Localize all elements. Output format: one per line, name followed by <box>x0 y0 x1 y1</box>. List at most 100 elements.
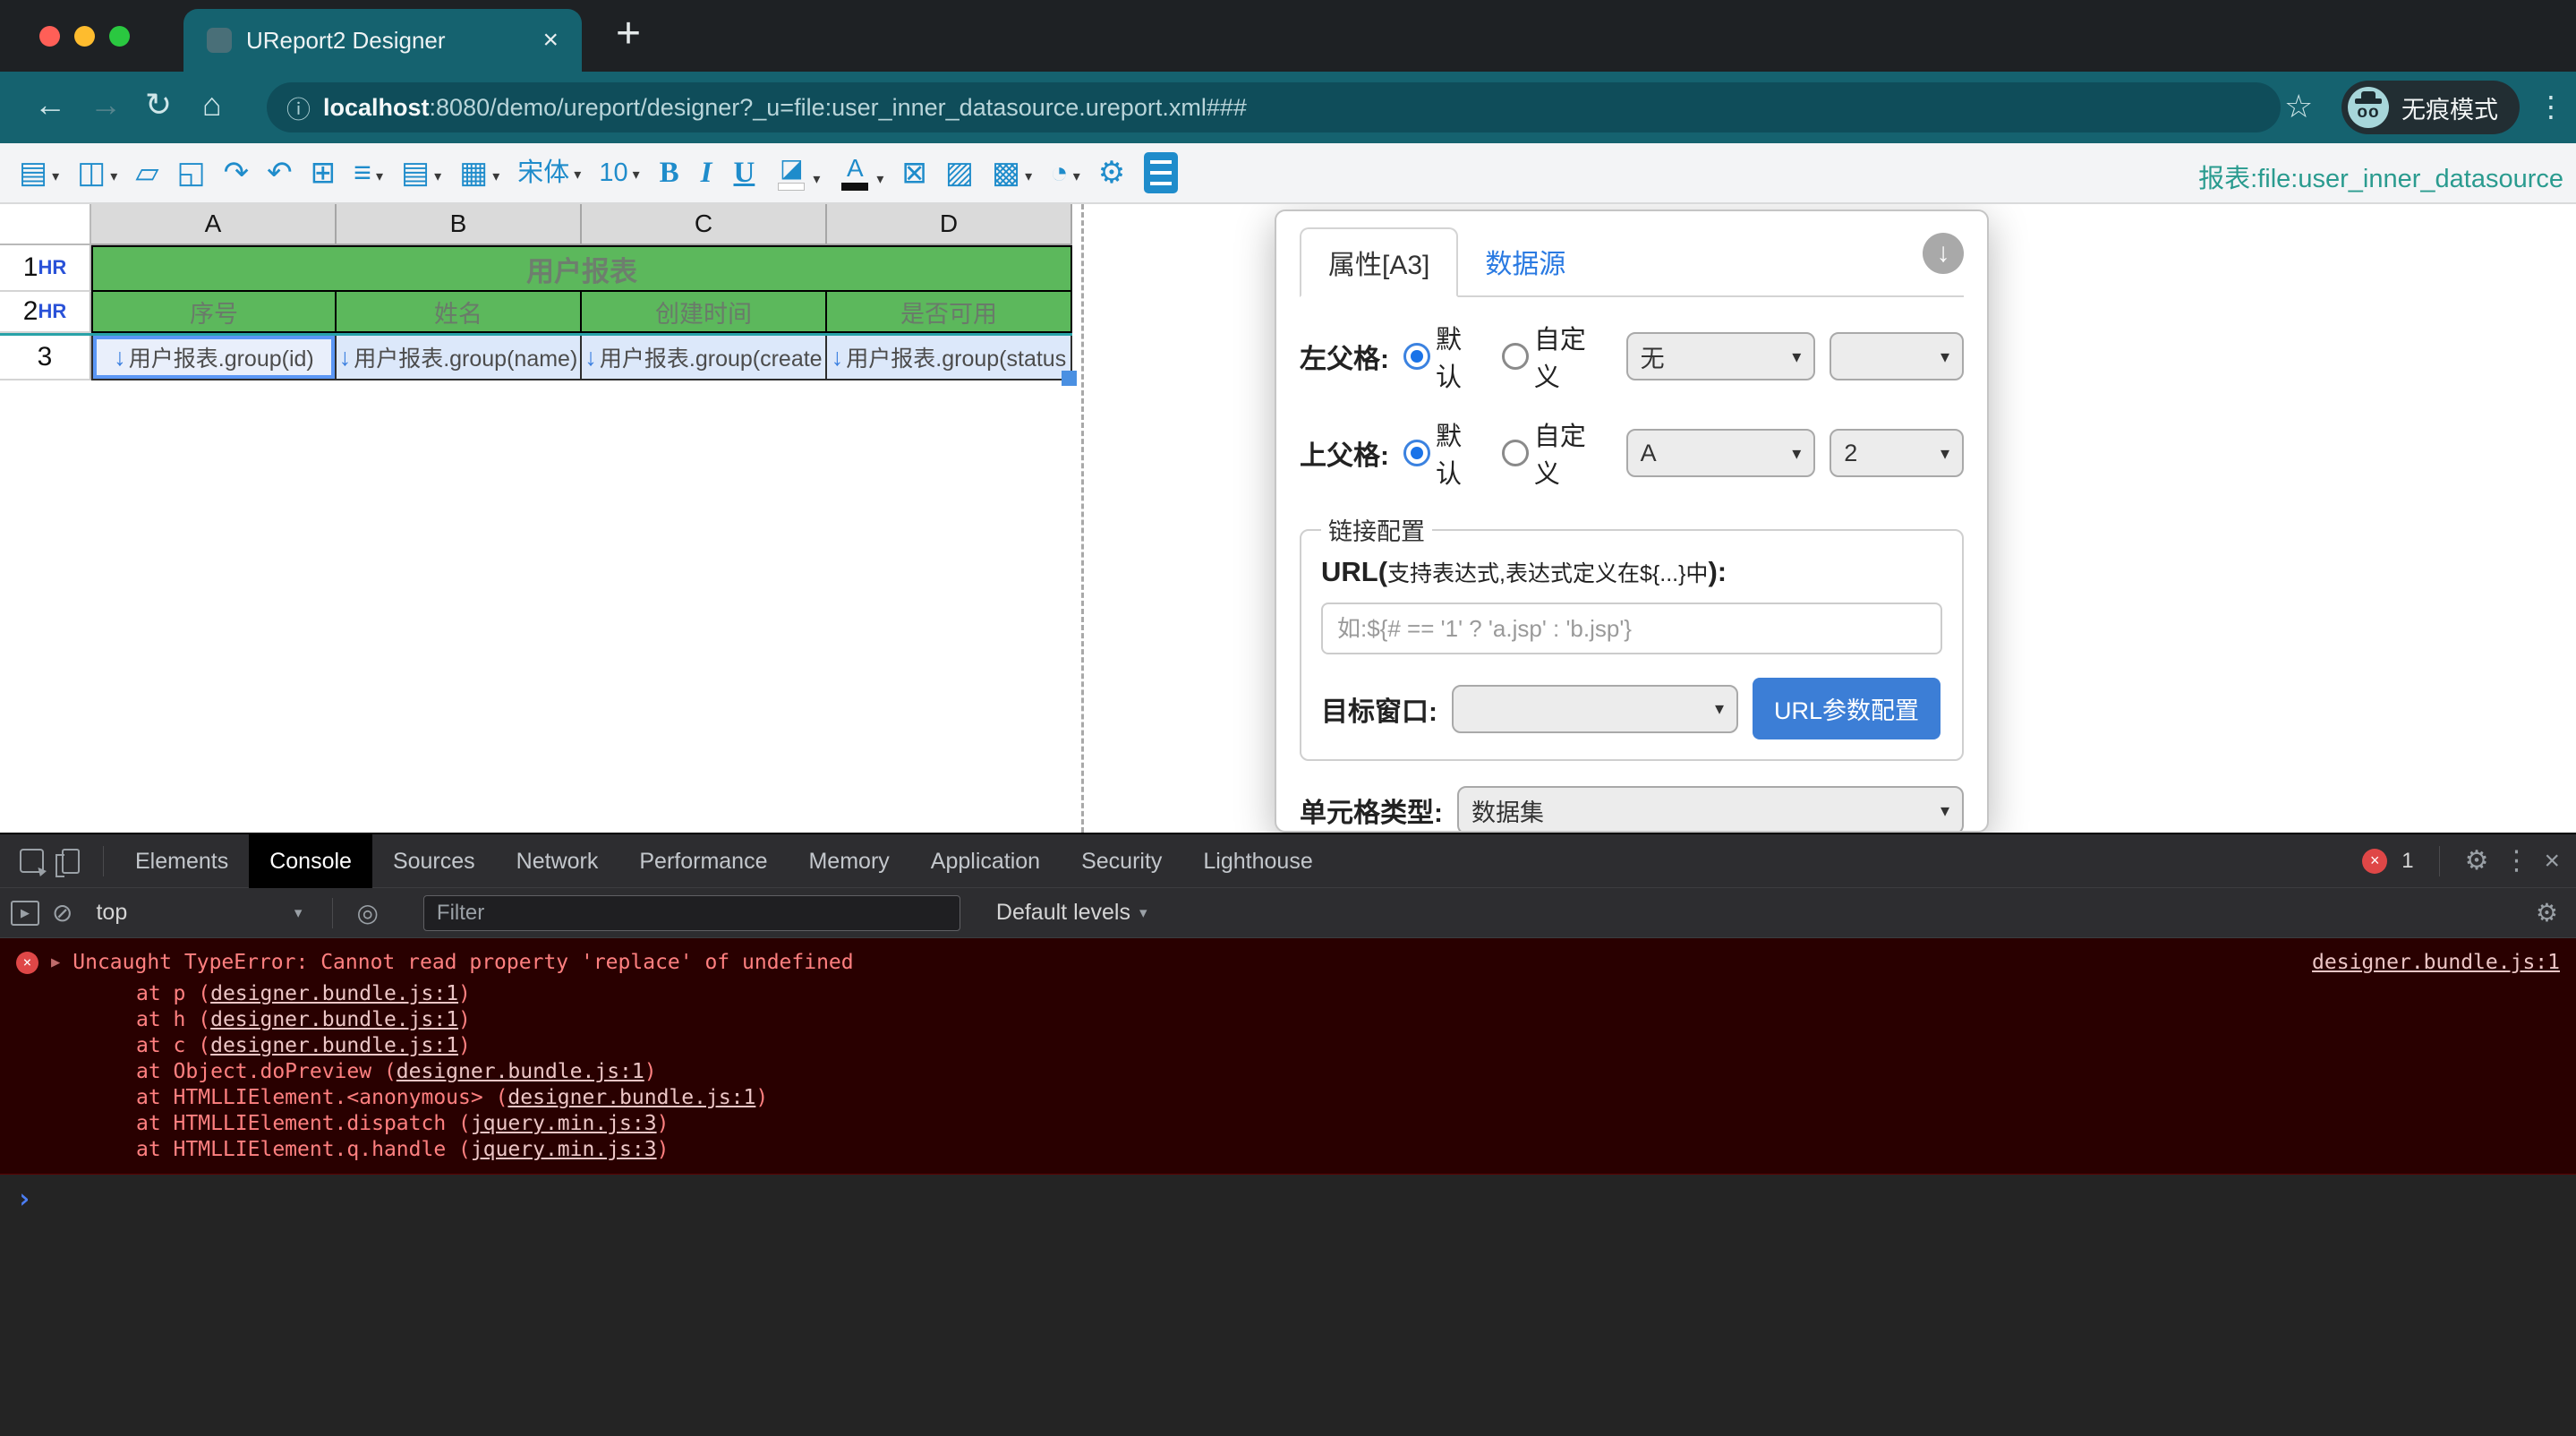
undo-button[interactable]: ↶ <box>260 158 299 188</box>
clear-console-icon[interactable]: ⊘ <box>52 898 73 927</box>
cell-a3[interactable]: ↓ 用户报表.group(id) <box>91 336 337 380</box>
font-family-caret-icon[interactable]: ▾ <box>574 167 581 186</box>
browser-menu-icon[interactable]: ⋮ <box>2537 90 2565 124</box>
left-parent-select[interactable]: 无 ▾ <box>1625 332 1816 380</box>
stack-file-link[interactable]: jquery.min.js:3 <box>471 1112 657 1135</box>
stack-file-link[interactable]: designer.bundle.js:1 <box>210 1034 458 1057</box>
bookmark-star-icon[interactable]: ☆ <box>2284 88 2313 125</box>
fill-color-button[interactable]: ◪ ▾ <box>768 155 826 191</box>
devtools-tab-memory[interactable]: Memory <box>788 834 909 888</box>
align-caret-icon[interactable]: ▾ <box>376 170 383 188</box>
devtools-close-icon[interactable]: × <box>2544 846 2560 876</box>
devtools-tab-elements[interactable]: Elements <box>115 834 249 888</box>
devtools-tab-network[interactable]: Network <box>496 834 619 888</box>
forward-icon[interactable]: → <box>90 86 122 124</box>
underline-button[interactable]: U <box>725 157 763 190</box>
stack-file-link[interactable]: designer.bundle.js:1 <box>210 982 458 1005</box>
stack-file-link[interactable]: designer.bundle.js:1 <box>210 1008 458 1031</box>
column-header-a[interactable]: A <box>91 204 337 245</box>
tab-datasource[interactable]: 数据源 <box>1458 227 1592 295</box>
devtools-menu-icon[interactable]: ⋮ <box>2503 845 2529 876</box>
border-caret-icon[interactable]: ▾ <box>434 170 441 188</box>
cell-c3[interactable]: ↓ 用户报表.group(create <box>582 336 827 380</box>
address-bar[interactable]: ⓘ localhost:8080/demo/ureport/designer?_… <box>267 82 2281 132</box>
devtools-tab-performance[interactable]: Performance <box>618 834 788 888</box>
context-select[interactable]: top ▾ <box>85 900 309 926</box>
error-source-link[interactable]: designer.bundle.js:1 <box>2312 949 2560 976</box>
column-header-d[interactable]: D <box>827 204 1072 245</box>
console-settings-gear-icon[interactable]: ⚙ <box>2536 898 2558 927</box>
save-button[interactable]: ◫ ▾ <box>71 158 124 188</box>
devtools-tab-security[interactable]: Security <box>1061 834 1182 888</box>
row-header-1[interactable]: 1 HR <box>0 245 91 292</box>
preview-button[interactable]: ▤ ▾ <box>13 158 65 188</box>
stack-file-link[interactable]: designer.bundle.js:1 <box>397 1060 644 1083</box>
devtools-tab-console[interactable]: Console <box>249 834 372 888</box>
cell-b3[interactable]: ↓ 用户报表.group(name) <box>337 336 582 380</box>
back-icon[interactable]: ← <box>34 86 66 124</box>
console-filter-input[interactable] <box>422 894 960 931</box>
cell-b2[interactable]: 姓名 <box>337 292 582 333</box>
open-file-button[interactable]: ▱ <box>129 158 165 188</box>
cell-d2[interactable]: 是否可用 <box>827 292 1072 333</box>
new-tab-icon[interactable]: + <box>616 9 641 58</box>
italic-button[interactable]: I <box>693 157 721 190</box>
cell-style-button[interactable]: ▦ ▾ <box>453 158 506 188</box>
row-header-2[interactable]: 2 HR <box>0 292 91 333</box>
left-parent-default-radio[interactable]: 默认 <box>1403 319 1488 394</box>
font-size-select[interactable]: 10 ▾ <box>593 159 645 186</box>
align-button[interactable]: ≡ ▾ <box>347 158 389 188</box>
stack-file-link[interactable]: jquery.min.js:3 <box>471 1138 657 1161</box>
devtools-settings-gear-icon[interactable]: ⚙ <box>2465 845 2489 876</box>
qrcode-caret-icon[interactable]: ▾ <box>1025 170 1032 188</box>
console-sidebar-toggle-icon[interactable]: ▶ <box>11 900 39 926</box>
error-badge-icon[interactable]: × <box>2362 848 2388 874</box>
column-header-b[interactable]: B <box>337 204 582 245</box>
log-levels-select[interactable]: Default levels ▾ <box>996 900 1147 926</box>
mac-close-icon[interactable] <box>39 26 60 47</box>
column-header-c[interactable]: C <box>582 204 827 245</box>
home-icon[interactable]: ⌂ <box>202 86 222 124</box>
tab-close-icon[interactable]: × <box>542 27 559 54</box>
import-excel-button[interactable]: ◱ <box>170 158 211 188</box>
mac-zoom-icon[interactable] <box>109 26 130 47</box>
inspect-element-icon[interactable] <box>20 849 44 873</box>
target-window-select[interactable]: ▾ <box>1452 684 1738 733</box>
save-caret-icon[interactable]: ▾ <box>110 170 117 188</box>
console-prompt[interactable]: › <box>0 1175 2576 1223</box>
chart-caret-icon[interactable]: ▾ <box>1073 170 1080 188</box>
live-expression-eye-icon[interactable]: ◎ <box>356 898 378 927</box>
font-color-caret-icon[interactable]: ▾ <box>876 172 883 191</box>
top-parent-select[interactable]: A ▾ <box>1625 429 1816 477</box>
border-button[interactable]: ▤ ▾ <box>395 158 448 188</box>
devtools-tab-sources[interactable]: Sources <box>372 834 496 888</box>
mac-minimize-icon[interactable] <box>74 26 95 47</box>
stack-file-link[interactable]: designer.bundle.js:1 <box>508 1086 755 1109</box>
reload-icon[interactable]: ↻ <box>145 86 172 124</box>
settings-gear-icon[interactable]: ⚙ <box>1092 158 1131 188</box>
browser-tab[interactable]: UReport2 Designer × <box>183 9 582 72</box>
preview-caret-icon[interactable]: ▾ <box>52 170 59 188</box>
font-color-button[interactable]: A ▾ <box>832 155 890 191</box>
font-family-select[interactable]: 宋体 ▾ <box>511 159 587 186</box>
devtools-tab-lighthouse[interactable]: Lighthouse <box>1182 834 1333 888</box>
site-info-icon[interactable]: ⓘ <box>286 90 311 125</box>
selection-fill-handle[interactable] <box>1062 371 1077 386</box>
fill-color-caret-icon[interactable]: ▾ <box>813 172 820 191</box>
diagonal-cell-button[interactable]: ⊠ <box>895 158 934 188</box>
bold-button[interactable]: B <box>652 157 687 190</box>
font-size-caret-icon[interactable]: ▾ <box>633 167 640 186</box>
cell-c2[interactable]: 创建时间 <box>582 292 827 333</box>
chart-button[interactable]: ◔ ▾ <box>1044 158 1087 188</box>
expand-triangle-icon[interactable]: ▶ <box>51 949 60 976</box>
grid-corner[interactable] <box>0 204 91 245</box>
top-parent-default-radio[interactable]: 默认 <box>1403 415 1488 491</box>
left-parent-custom-radio[interactable]: 自定义 <box>1501 319 1612 394</box>
cell-style-caret-icon[interactable]: ▾ <box>492 170 499 188</box>
cell-type-select[interactable]: 数据集 ▾ <box>1457 786 1964 831</box>
cell-d3[interactable]: ↓ 用户报表.group(status <box>827 336 1072 380</box>
devtools-tab-application[interactable]: Application <box>910 834 1061 888</box>
tab-properties[interactable]: 属性[A3] <box>1300 227 1459 297</box>
merge-cells-button[interactable]: ⊞ <box>304 158 343 188</box>
device-toolbar-icon[interactable] <box>55 848 80 877</box>
